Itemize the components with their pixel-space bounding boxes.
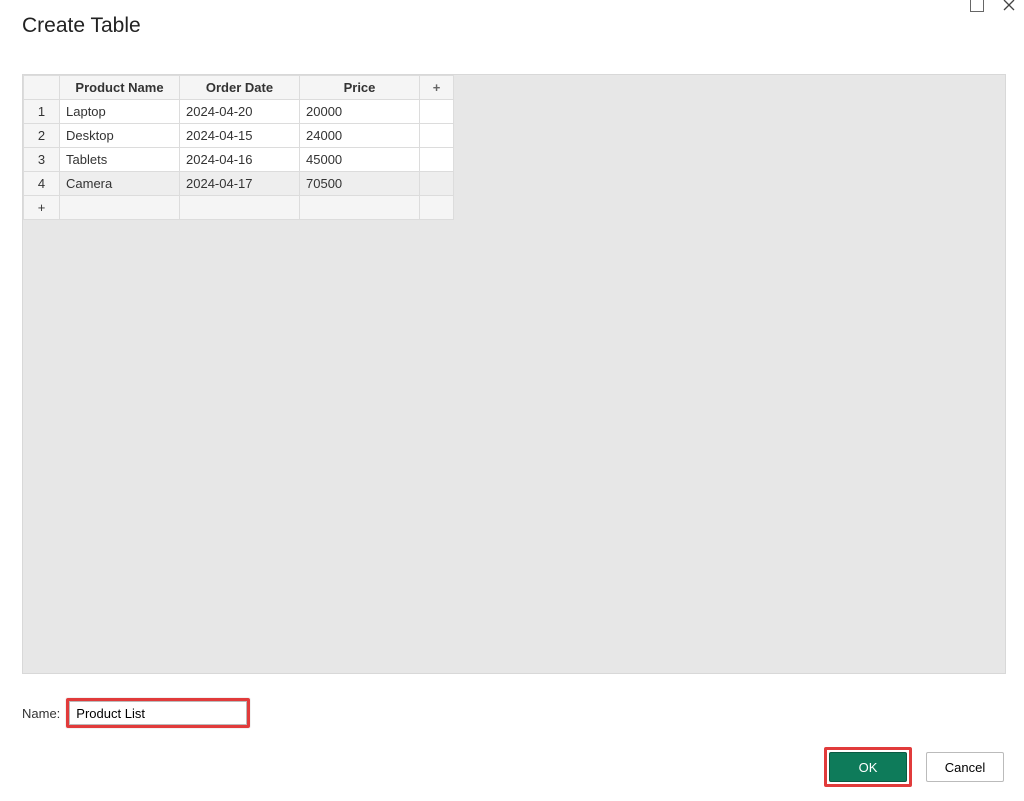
close-button[interactable] xyxy=(1002,0,1016,12)
row-end-cell xyxy=(420,172,454,196)
cell-product[interactable]: Tablets xyxy=(60,148,180,172)
row-end-cell xyxy=(420,124,454,148)
ok-button[interactable]: OK xyxy=(829,752,907,782)
col-header-date[interactable]: Order Date xyxy=(180,76,300,100)
data-table[interactable]: Product Name Order Date Price + 1 Laptop… xyxy=(23,75,454,220)
col-header-product[interactable]: Product Name xyxy=(60,76,180,100)
cell-price[interactable]: 70500 xyxy=(300,172,420,196)
cell-price[interactable]: 20000 xyxy=(300,100,420,124)
col-header-price[interactable]: Price xyxy=(300,76,420,100)
table-row[interactable]: 2 Desktop 2024-04-15 24000 xyxy=(24,124,454,148)
close-icon xyxy=(1002,0,1016,12)
cell-price[interactable]: 24000 xyxy=(300,124,420,148)
cell-product[interactable]: Desktop xyxy=(60,124,180,148)
rownum-cell: 2 xyxy=(24,124,60,148)
cell-date[interactable]: 2024-04-16 xyxy=(180,148,300,172)
name-input-highlight xyxy=(66,698,250,728)
blank-cell[interactable] xyxy=(60,196,180,220)
cell-date[interactable]: 2024-04-20 xyxy=(180,100,300,124)
row-end-cell xyxy=(420,196,454,220)
rownum-cell: 4 xyxy=(24,172,60,196)
row-end-cell xyxy=(420,100,454,124)
maximize-button[interactable] xyxy=(970,0,984,12)
cell-product[interactable]: Camera xyxy=(60,172,180,196)
cell-date[interactable]: 2024-04-17 xyxy=(180,172,300,196)
rownum-cell: 1 xyxy=(24,100,60,124)
rownum-cell: 3 xyxy=(24,148,60,172)
add-column-button[interactable]: + xyxy=(420,76,454,100)
cancel-button[interactable]: Cancel xyxy=(926,752,1004,782)
dialog-title: Create Table xyxy=(22,14,141,38)
table-row[interactable]: 3 Tablets 2024-04-16 45000 xyxy=(24,148,454,172)
maximize-icon xyxy=(970,0,984,12)
blank-cell[interactable] xyxy=(180,196,300,220)
name-label: Name: xyxy=(22,706,60,721)
cell-product[interactable]: Laptop xyxy=(60,100,180,124)
add-row-button[interactable]: + xyxy=(24,196,60,220)
rownum-header xyxy=(24,76,60,100)
table-row[interactable]: 1 Laptop 2024-04-20 20000 xyxy=(24,100,454,124)
table-row[interactable]: 4 Camera 2024-04-17 70500 xyxy=(24,172,454,196)
cell-price[interactable]: 45000 xyxy=(300,148,420,172)
table-area: Product Name Order Date Price + 1 Laptop… xyxy=(22,74,1006,674)
add-row[interactable]: + xyxy=(24,196,454,220)
ok-button-highlight: OK xyxy=(824,747,912,787)
blank-cell[interactable] xyxy=(300,196,420,220)
row-end-cell xyxy=(420,148,454,172)
cell-date[interactable]: 2024-04-15 xyxy=(180,124,300,148)
name-input[interactable] xyxy=(69,701,247,725)
